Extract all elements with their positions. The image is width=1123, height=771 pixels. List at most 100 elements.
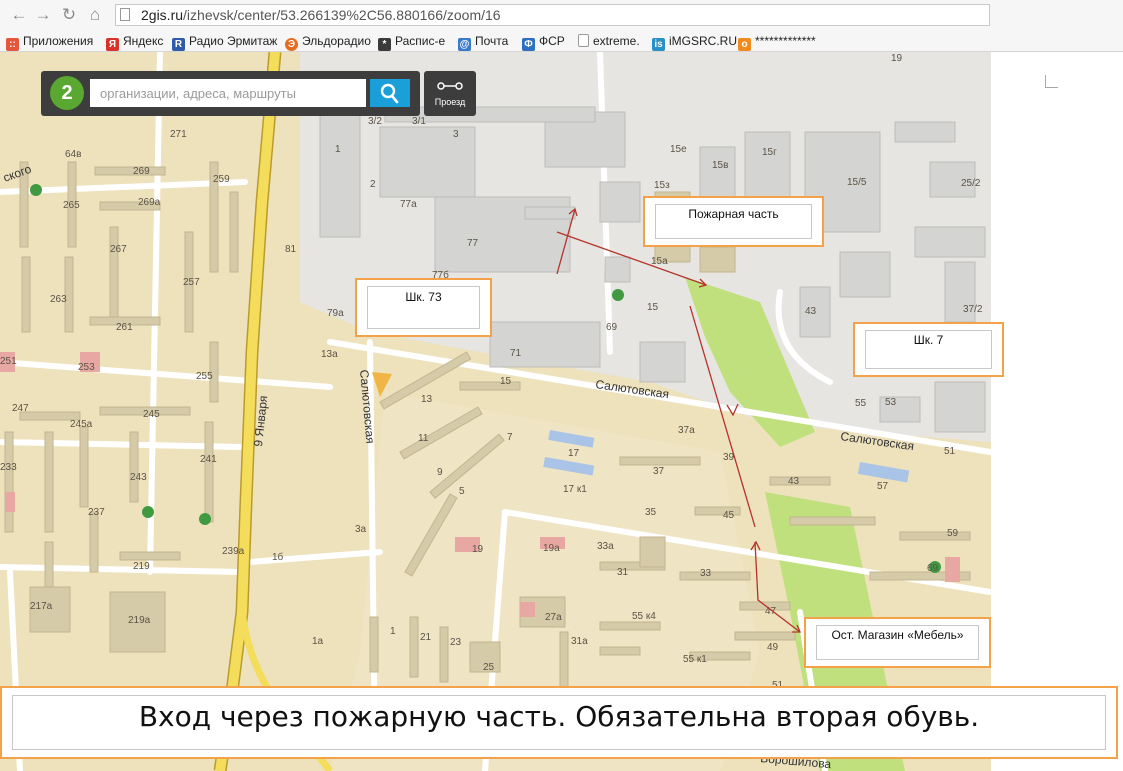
bookmark-label: Распис-е <box>395 34 446 48</box>
bookmark-yandex[interactable]: Я Яндекс <box>106 33 163 51</box>
search-button[interactable] <box>370 79 410 107</box>
svg-text:233: 233 <box>0 462 17 473</box>
bookmark-label: Почта <box>475 34 509 48</box>
fire-station-callout: Пожарная часть <box>643 196 824 247</box>
svg-text:267: 267 <box>110 244 127 255</box>
search-panel: 2 <box>41 71 420 116</box>
bus-stop-callout: Ост. Магазин «Мебель» <box>804 617 991 668</box>
svg-text:243: 243 <box>130 472 147 483</box>
svg-text:15/5: 15/5 <box>847 177 867 188</box>
svg-text:69: 69 <box>927 563 939 574</box>
schedule-icon: * <box>378 38 391 51</box>
svg-text:19а: 19а <box>543 543 560 554</box>
bookmark-imgsrc[interactable]: is iMGSRC.RU <box>652 33 737 51</box>
eldoradio-icon: Э <box>285 38 298 51</box>
svg-text:37а: 37а <box>678 425 695 436</box>
svg-text:31а: 31а <box>571 636 588 647</box>
corner-marker <box>1045 75 1058 88</box>
svg-text:31: 31 <box>617 567 629 578</box>
2gis-logo[interactable]: 2 <box>50 76 84 110</box>
bookmarks-bar: :: Приложения Я Яндекс R Радио Эрмитаж Э Эль… <box>0 31 1123 52</box>
bookmark-schedule[interactable]: * Распис-е <box>378 33 446 51</box>
address-bar[interactable]: 2gis.ru/izhevsk/center/53.266139%2C56.88… <box>115 4 990 26</box>
bookmark-label: Приложения <box>23 34 94 48</box>
svg-text:219: 219 <box>133 561 150 572</box>
svg-text:57: 57 <box>877 481 889 492</box>
bookmark-mail[interactable]: @ Почта <box>458 33 509 51</box>
svg-text:5: 5 <box>459 486 465 497</box>
svg-text:19: 19 <box>891 53 903 64</box>
home-icon[interactable]: ⌂ <box>84 4 106 26</box>
bookmark-label: iMGSRC.RU <box>669 34 737 48</box>
bookmark-fsr[interactable]: Ф ФСР <box>522 33 565 51</box>
bookmark-apps[interactable]: :: Приложения <box>6 33 94 51</box>
svg-text:219а: 219а <box>128 615 151 626</box>
mail-icon: @ <box>458 38 471 51</box>
svg-text:217а: 217а <box>30 601 53 612</box>
svg-text:265: 265 <box>63 200 80 211</box>
svg-text:269а: 269а <box>138 197 161 208</box>
svg-text:59: 59 <box>947 528 959 539</box>
svg-text:45: 45 <box>723 510 735 521</box>
svg-text:1: 1 <box>335 144 341 155</box>
svg-text:1а: 1а <box>312 636 324 647</box>
svg-text:71: 71 <box>510 348 522 359</box>
svg-text:245: 245 <box>143 409 160 420</box>
url-text[interactable]: 2gis.ru/izhevsk/center/53.266139%2C56.88… <box>141 7 501 23</box>
bookmark-odnoklassniki[interactable]: o ************* <box>738 33 816 51</box>
yandex-icon: Я <box>106 38 119 51</box>
bookmark-eldoradio[interactable]: Э Эльдорадио <box>285 33 371 51</box>
svg-text:49: 49 <box>767 642 779 653</box>
reload-icon[interactable]: ↻ <box>58 4 80 26</box>
svg-text:15а: 15а <box>651 256 668 267</box>
route-button[interactable]: Проезд <box>424 71 476 116</box>
page-icon <box>120 8 130 21</box>
svg-text:13а: 13а <box>321 349 338 360</box>
svg-text:239а: 239а <box>222 546 245 557</box>
svg-text:1: 1 <box>390 626 396 637</box>
svg-text:7: 7 <box>507 432 513 443</box>
svg-text:69: 69 <box>606 322 618 333</box>
svg-text:55: 55 <box>855 398 867 409</box>
svg-text:33а: 33а <box>597 541 614 552</box>
svg-text:51: 51 <box>944 446 956 457</box>
url-path: /izhevsk/center/53.266139%2C56.880166/zo… <box>183 7 501 23</box>
svg-text:251: 251 <box>0 356 17 367</box>
svg-text:3: 3 <box>453 129 459 140</box>
bookmark-label: extreme. <box>593 34 640 48</box>
bookmark-label: Эльдорадио <box>302 34 371 48</box>
forward-arrow-icon[interactable]: → <box>32 4 54 26</box>
street-salyutovskaya: Салютовская <box>357 369 377 444</box>
svg-text:25/2: 25/2 <box>961 178 981 189</box>
caption-box: Вход через пожарную часть. Обязательна в… <box>0 686 1118 759</box>
svg-text:81: 81 <box>285 244 297 255</box>
svg-text:15е: 15е <box>670 144 687 155</box>
svg-text:15: 15 <box>647 302 659 313</box>
svg-text:23: 23 <box>450 637 462 648</box>
svg-text:37/2: 37/2 <box>963 304 983 315</box>
svg-text:247: 247 <box>12 403 29 414</box>
svg-text:79а: 79а <box>327 308 344 319</box>
radio-hermitage-icon: R <box>172 38 185 51</box>
svg-text:77а: 77а <box>400 199 417 210</box>
bus-stop-label: Ост. Магазин «Мебель» <box>831 628 964 642</box>
back-arrow-icon[interactable]: ← <box>8 4 30 26</box>
svg-text:43: 43 <box>788 476 800 487</box>
url-host: 2gis.ru <box>141 7 184 23</box>
svg-text:9: 9 <box>437 467 443 478</box>
bookmark-radio-hermitage[interactable]: R Радио Эрмитаж <box>172 33 278 51</box>
svg-text:253: 253 <box>78 362 95 373</box>
svg-text:77: 77 <box>467 238 479 249</box>
svg-text:263: 263 <box>50 294 67 305</box>
odnoklassniki-icon: o <box>738 38 751 51</box>
svg-text:37: 37 <box>653 466 665 477</box>
svg-text:53: 53 <box>885 397 897 408</box>
svg-text:13: 13 <box>421 394 433 405</box>
svg-text:17 к1: 17 к1 <box>563 484 587 495</box>
route-icon <box>437 82 463 90</box>
caption-text: Вход через пожарную часть. Обязательна в… <box>138 700 980 733</box>
bookmark-label: Радио Эрмитаж <box>189 34 278 48</box>
bookmark-extreme[interactable]: extreme. <box>578 33 640 49</box>
svg-text:237: 237 <box>88 507 105 518</box>
search-input[interactable] <box>90 79 366 107</box>
